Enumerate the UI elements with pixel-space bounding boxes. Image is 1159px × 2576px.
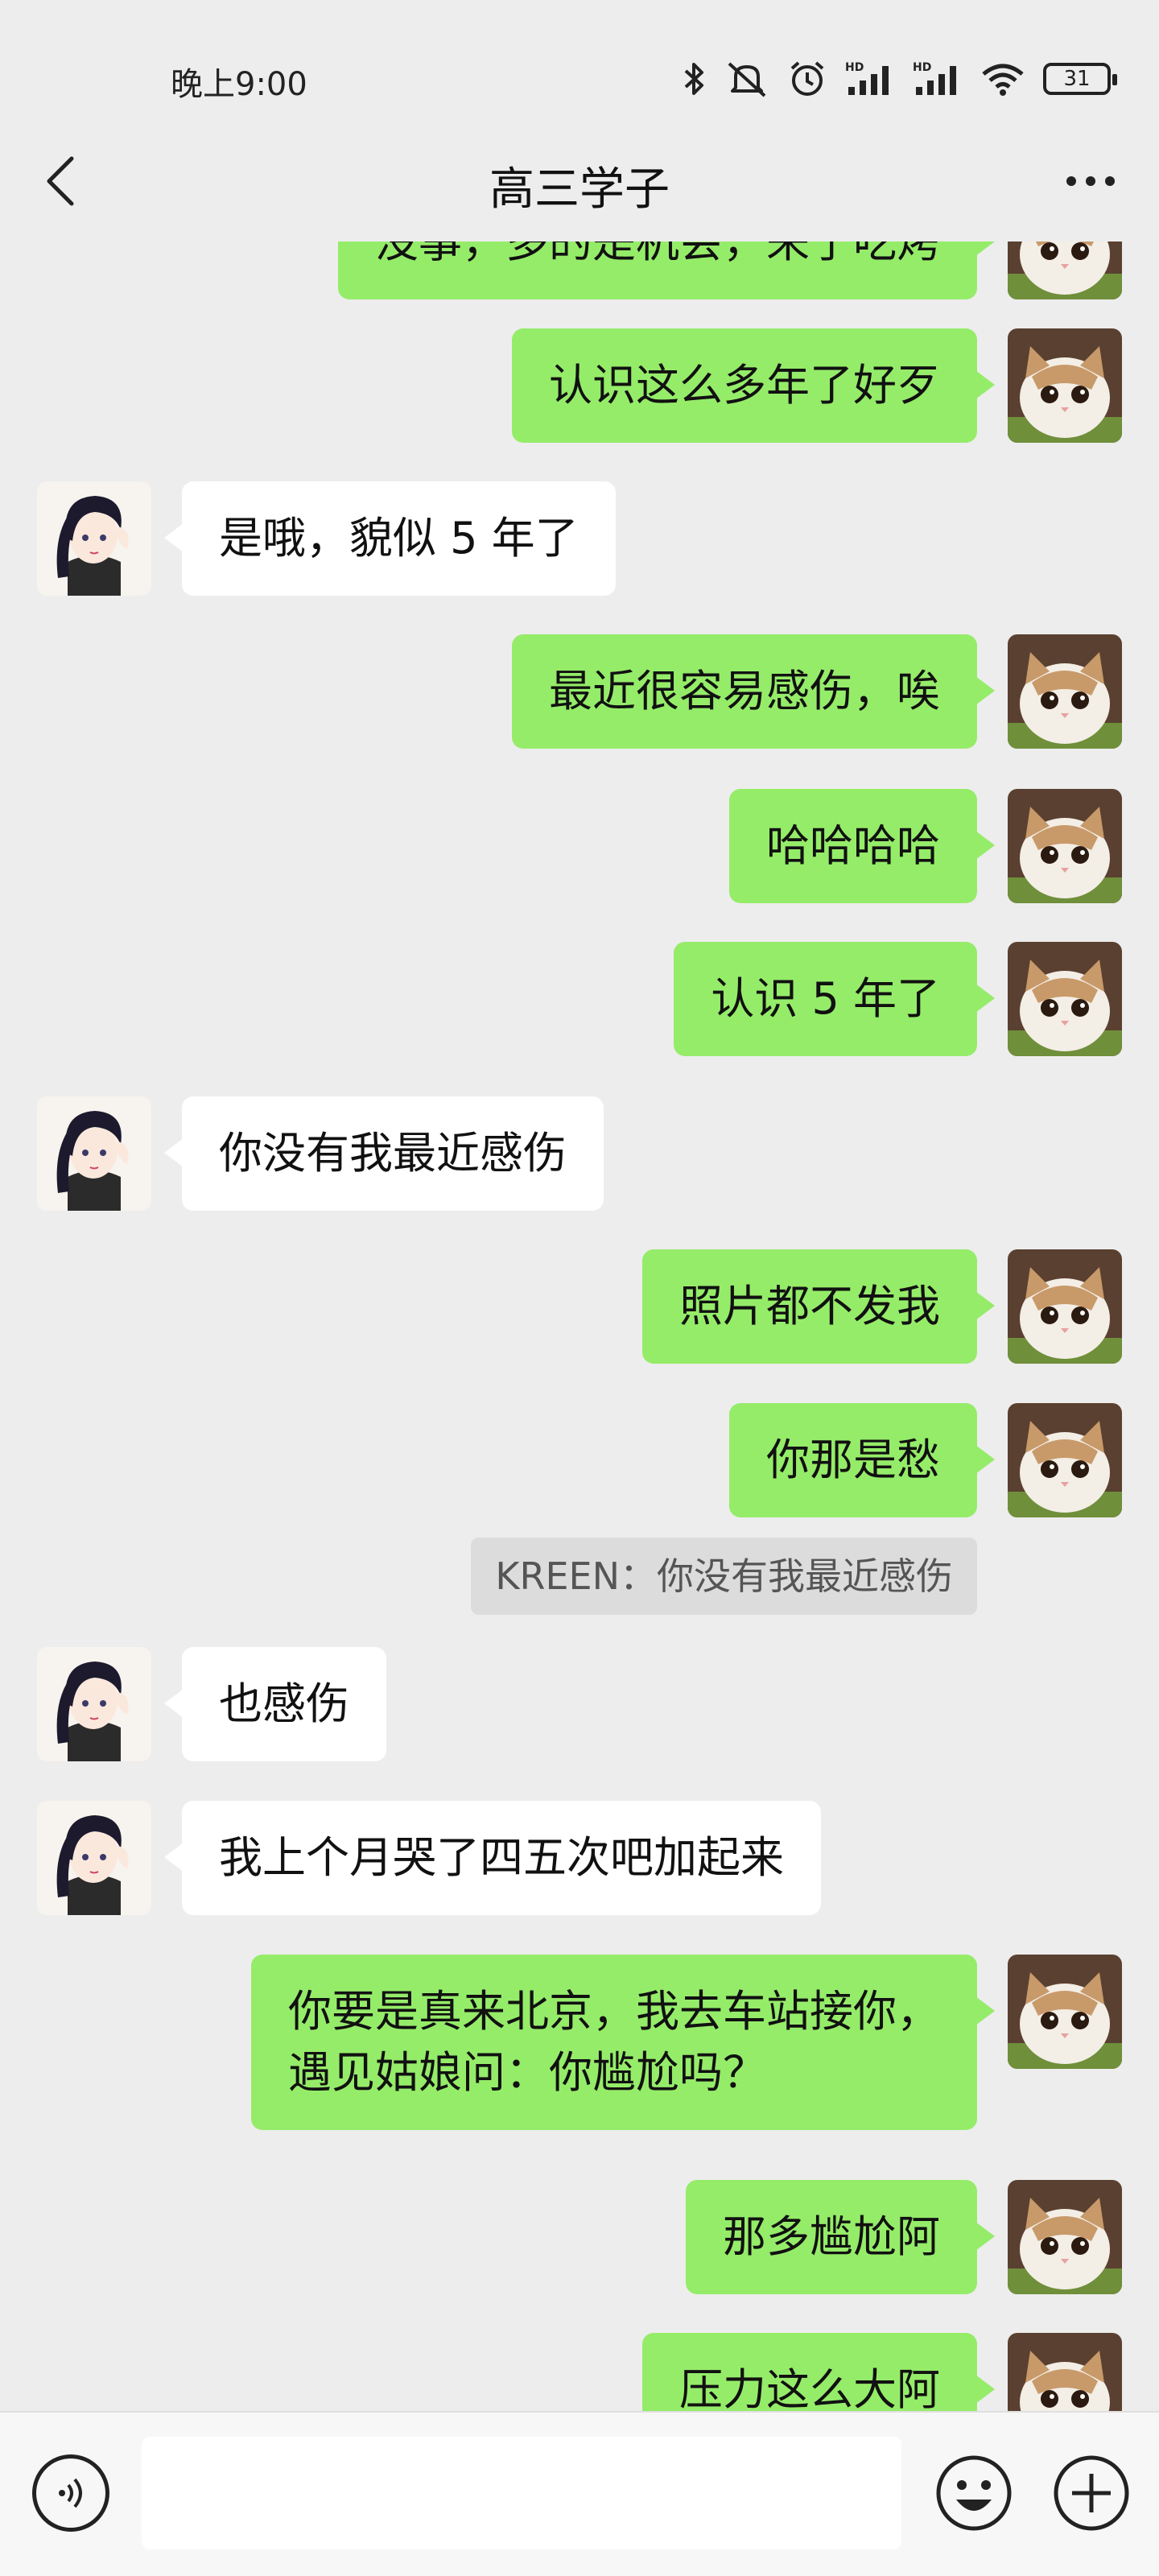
more-dot: [1086, 176, 1095, 186]
more-dots-icon: [1066, 176, 1076, 186]
my-avatar[interactable]: [1008, 2333, 1122, 2411]
quote-text[interactable]: KREEN：你没有我最近感伤: [471, 1538, 977, 1615]
my-avatar[interactable]: [1008, 942, 1122, 1056]
input-bar: [0, 2411, 1159, 2576]
message-row: 没事，多的是机会，来了吃烤: [0, 242, 1159, 299]
emoji-icon: [936, 2455, 1012, 2531]
message-row: 压力这么大阿: [0, 2333, 1159, 2411]
message-input[interactable]: [142, 2437, 901, 2549]
message-row: 你要是真来北京，我去车站接你， 遇见姑娘问：你尴尬吗？: [0, 1955, 1159, 2141]
outgoing-message-bubble[interactable]: 哈哈哈哈: [729, 789, 995, 903]
outgoing-message-bubble[interactable]: 没事，多的是机会，来了吃烤: [338, 242, 995, 299]
outgoing-message-bubble[interactable]: 最近很容易感伤，唉: [512, 634, 995, 749]
message-row: 那多尴尬阿: [0, 2180, 1159, 2294]
message-row: 也感伤: [0, 1647, 1159, 1761]
my-avatar[interactable]: [1008, 1249, 1122, 1364]
signal-hd-1-icon: HD: [845, 61, 889, 95]
voice-button[interactable]: [32, 2454, 109, 2532]
message-row: 照片都不发我: [0, 1249, 1159, 1364]
my-avatar[interactable]: [1008, 789, 1122, 903]
incoming-message-bubble[interactable]: 也感伤: [164, 1647, 386, 1761]
more-dot: [1105, 176, 1115, 186]
svg-text:HD: HD: [845, 61, 864, 74]
message-row: 认识这么多年了好歹: [0, 328, 1159, 443]
contact-avatar[interactable]: [37, 1801, 151, 1915]
emoji-button[interactable]: [934, 2453, 1014, 2533]
contact-avatar[interactable]: [37, 1647, 151, 1761]
message-row: 最近很容易感伤，唉: [0, 634, 1159, 749]
outgoing-message-bubble[interactable]: 你要是真来北京，我去车站接你， 遇见姑娘问：你尴尬吗？: [251, 1955, 995, 2130]
my-avatar[interactable]: [1008, 634, 1122, 749]
message-row: 我上个月哭了四五次吧加起来: [0, 1801, 1159, 1915]
message-row: 哈哈哈哈: [0, 789, 1159, 903]
incoming-message-bubble[interactable]: 我上个月哭了四五次吧加起来: [164, 1801, 821, 1915]
battery-icon: 31: [1043, 63, 1117, 95]
my-avatar[interactable]: [1008, 328, 1122, 443]
message-row: 你那是愁: [0, 1403, 1159, 1517]
more-options-button[interactable]: [1054, 153, 1127, 209]
outgoing-message-bubble[interactable]: 你那是愁: [729, 1403, 995, 1517]
status-time: 晚上9:00: [171, 66, 307, 103]
outgoing-message-bubble[interactable]: 照片都不发我: [642, 1249, 995, 1364]
my-avatar[interactable]: [1008, 2180, 1122, 2294]
signal-hd-2-icon: HD: [913, 61, 956, 95]
outgoing-message-bubble[interactable]: 那多尴尬阿: [686, 2180, 995, 2294]
chat-title: 高三学子: [489, 163, 670, 216]
battery-level: 31: [1063, 67, 1091, 91]
status-icons: HD HD 31: [683, 56, 1117, 101]
alarm-icon: [790, 61, 824, 96]
my-avatar[interactable]: [1008, 1955, 1122, 2069]
outgoing-message-bubble[interactable]: 认识这么多年了好歹: [512, 328, 995, 443]
my-avatar[interactable]: [1008, 242, 1122, 299]
message-row: 你没有我最近感伤: [0, 1096, 1159, 1211]
quoted-message: KREEN：你没有我最近感伤: [0, 1538, 1159, 1615]
outgoing-message-bubble[interactable]: 认识 5 年了: [674, 942, 995, 1056]
incoming-message-bubble[interactable]: 你没有我最近感伤: [164, 1096, 604, 1211]
message-row: 认识 5 年了: [0, 942, 1159, 1056]
message-row: 是哦，貌似 5 年了: [0, 481, 1159, 596]
contact-avatar[interactable]: [37, 1096, 151, 1211]
plus-icon: [1054, 2455, 1129, 2531]
svg-text:HD: HD: [913, 61, 931, 74]
wifi-icon: [982, 64, 1024, 96]
my-avatar[interactable]: [1008, 1403, 1122, 1517]
nav-bar: 高三学子: [0, 121, 1159, 242]
voice-icon: [59, 2478, 82, 2508]
contact-avatar[interactable]: [37, 481, 151, 596]
incoming-message-bubble[interactable]: 是哦，貌似 5 年了: [164, 481, 616, 596]
mute-icon: [728, 62, 766, 97]
more-functions-button[interactable]: [1051, 2453, 1132, 2533]
bluetooth-icon: [684, 63, 703, 95]
outgoing-message-bubble[interactable]: 压力这么大阿: [642, 2333, 995, 2411]
chat-message-list[interactable]: 没事，多的是机会，来了吃烤认识这么多年了好歹是哦，貌似 5 年了最近很容易感伤，…: [0, 242, 1159, 2411]
